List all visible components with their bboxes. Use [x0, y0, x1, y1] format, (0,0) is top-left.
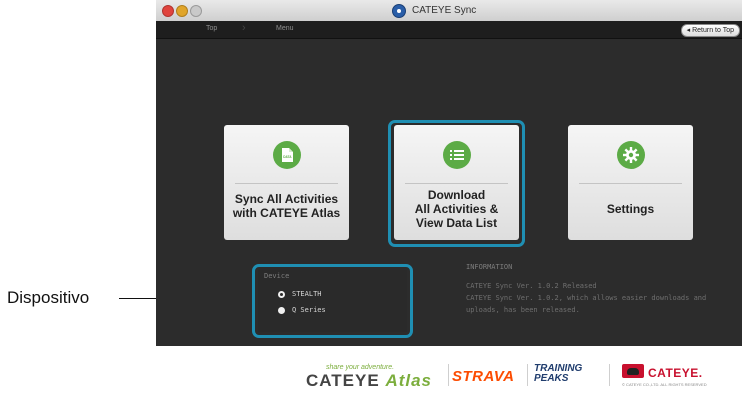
- information-line: CATEYE Sync Ver. 1.0.2, which allows eas…: [466, 294, 707, 302]
- zoom-window-button[interactable]: [190, 5, 202, 17]
- tile-divider: [579, 183, 682, 184]
- information-line: uploads, has been released.: [466, 306, 580, 314]
- sync-all-activities-label: Sync All Activities with CATEYE Atlas: [232, 192, 341, 220]
- atlas-brand-text: CATEYE: [306, 371, 380, 390]
- window-title-group: CATEYE Sync: [392, 3, 476, 18]
- settings-label: Settings: [606, 202, 655, 216]
- breadcrumb-menu: Menu: [276, 25, 294, 32]
- close-window-button[interactable]: [162, 5, 174, 17]
- callout-label-dispositivo: Dispositivo: [7, 288, 90, 307]
- title-bar: CATEYE Sync: [156, 0, 742, 22]
- gear-icon: [616, 141, 645, 169]
- svg-text:DATA: DATA: [283, 155, 292, 159]
- cateye-app-icon: [392, 3, 406, 18]
- breadcrumb-bar: Top › Menu ◂ Return to Top: [156, 21, 742, 39]
- partner-logos-footer: share your adventure. CATEYE Atlas STRAV…: [156, 346, 742, 390]
- breadcrumb-separator-icon: ›: [242, 22, 246, 34]
- cateye-cat-icon: [622, 364, 644, 378]
- settings-button[interactable]: Settings: [568, 125, 693, 240]
- information-line: CATEYE Sync Ver. 1.0.2 Released: [466, 282, 597, 290]
- footer-divider: [448, 364, 449, 386]
- window-title: CATEYE Sync: [412, 5, 477, 16]
- cateye-logo[interactable]: CATEYE.: [648, 366, 703, 380]
- sync-all-activities-button[interactable]: DATA Sync All Activities with CATEYE Atl…: [224, 125, 349, 240]
- return-to-top-button[interactable]: ◂ Return to Top: [680, 24, 740, 37]
- training-peaks-logo[interactable]: TRAINING PEAKS: [534, 364, 582, 384]
- breadcrumb-top[interactable]: Top: [206, 25, 217, 32]
- atlas-word-text: Atlas: [385, 371, 433, 390]
- app-window: CATEYE Sync Top › Menu ◂ Return to Top D…: [156, 0, 742, 390]
- information-title: INFORMATION: [466, 263, 513, 271]
- download-tile-highlight: [388, 120, 525, 247]
- data-file-icon: DATA: [272, 141, 301, 169]
- minimize-window-button[interactable]: [176, 5, 188, 17]
- copyright-text: © CATEYE CO.,LTD. ALL RIGHTS RESERVED: [622, 382, 707, 387]
- footer-divider: [609, 364, 610, 386]
- device-selector-highlight: [252, 264, 413, 338]
- cateye-atlas-logo[interactable]: CATEYE Atlas: [306, 371, 432, 391]
- strava-logo[interactable]: STRAVA: [452, 368, 514, 385]
- tile-divider: [235, 183, 338, 184]
- footer-divider: [527, 364, 528, 386]
- atlas-tagline: share your adventure.: [326, 364, 395, 371]
